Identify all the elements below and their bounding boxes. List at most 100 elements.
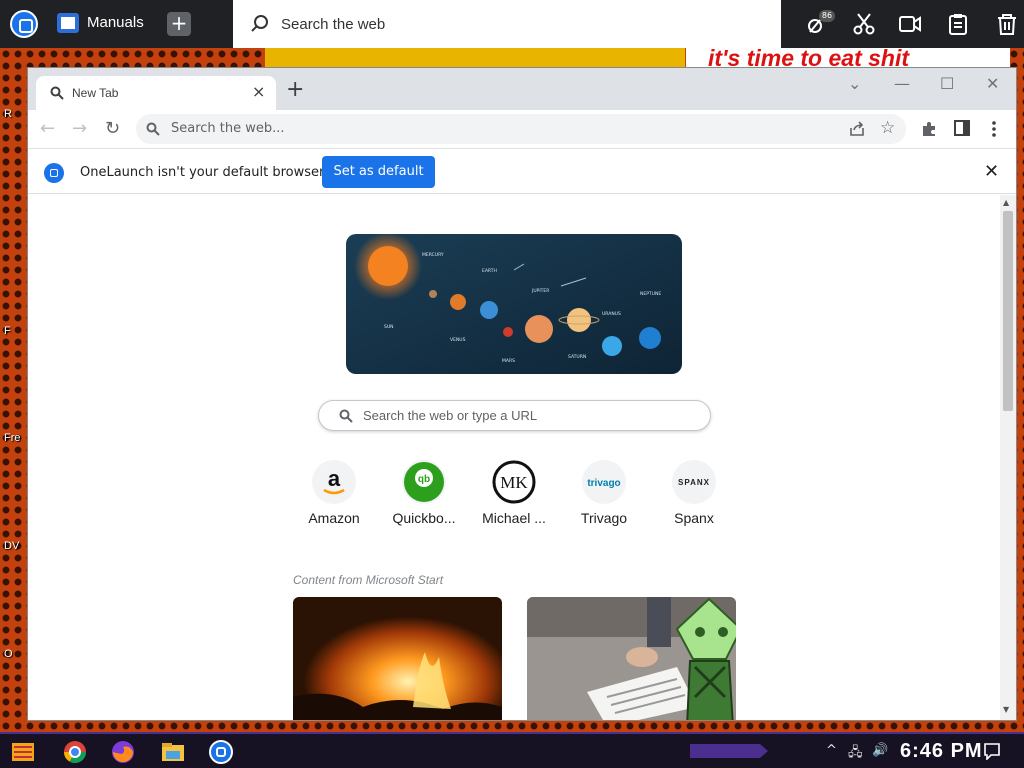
desktop-icon-label[interactable]: DV xyxy=(4,540,19,552)
shortcut-trivago[interactable]: trivago Trivago xyxy=(564,460,644,526)
trivago-logo-text: trivago xyxy=(587,478,620,489)
chrome-icon[interactable] xyxy=(62,739,88,765)
tab-new-tab[interactable]: New Tab × xyxy=(36,76,276,110)
mars-label: MARS xyxy=(502,358,515,364)
new-tab-page: SUN MERCURY VENUS EARTH MARS JUPITER SAT… xyxy=(28,195,1016,720)
desktop-icon-label[interactable]: R xyxy=(4,108,12,120)
shortcut-michael-kors[interactable]: MK Michael ... xyxy=(474,460,554,526)
file-explorer-icon[interactable] xyxy=(160,739,186,765)
notification-count-badge: 86 xyxy=(819,10,835,22)
forward-button[interactable]: → xyxy=(72,119,87,139)
onelaunch-logo-icon[interactable] xyxy=(10,10,38,38)
uranus-label: URANUS xyxy=(602,311,621,317)
volume-icon[interactable]: 🔊 xyxy=(872,743,888,758)
tab-close-icon[interactable]: × xyxy=(252,82,265,101)
trash-icon[interactable] xyxy=(995,12,1019,36)
launcher-search-placeholder: Search the web xyxy=(281,16,386,33)
shortcut-quickbooks[interactable]: qb Quickbo... xyxy=(384,460,464,526)
shortcut-spanx[interactable]: SPANX Spanx xyxy=(654,460,734,526)
search-icon xyxy=(339,409,353,423)
clipboard-icon[interactable] xyxy=(946,12,970,36)
bookmark-star-icon[interactable]: ☆ xyxy=(880,118,895,138)
search-icon xyxy=(251,15,268,32)
spanx-logo-text: SPANX xyxy=(678,478,710,487)
address-bar[interactable]: Search the web... ☆ xyxy=(136,114,906,144)
scroll-up-icon[interactable]: ▲ xyxy=(1003,198,1009,207)
default-browser-infobar: OneLaunch isn't your default browser Set… xyxy=(28,148,1016,194)
news-card-fire[interactable] xyxy=(293,597,502,720)
manuals-app-icon[interactable] xyxy=(57,13,79,33)
omnibox-search-icon xyxy=(146,122,160,136)
infobar-message: OneLaunch isn't your default browser xyxy=(80,165,325,180)
onelaunch-taskbar-icon[interactable] xyxy=(208,739,234,765)
tab-strip: New Tab × + ⌄ — ☐ ✕ xyxy=(28,68,1016,110)
maximize-button[interactable]: ☐ xyxy=(940,74,954,93)
address-bar-placeholder: Search the web... xyxy=(171,121,285,136)
wallpaper-meme-text: it's time to eat shit xyxy=(686,48,1010,68)
earth-label: EARTH xyxy=(482,268,497,274)
shortcut-amazon[interactable]: a Amazon xyxy=(294,460,374,526)
tab-search-chevron-icon[interactable]: ⌄ xyxy=(848,74,861,93)
news-card-documents[interactable] xyxy=(527,597,736,720)
onelaunch-info-icon xyxy=(44,163,64,183)
spanx-icon: SPANX xyxy=(672,460,716,504)
back-button[interactable]: ← xyxy=(40,119,55,139)
quickbooks-logo-text: qb xyxy=(418,474,430,485)
browser-window: New Tab × + ⌄ — ☐ ✕ ← → ↻ Search the web… xyxy=(28,68,1016,720)
scrollbar-thumb[interactable] xyxy=(1003,211,1013,411)
news-source-label: Content from Microsoft Start xyxy=(293,573,444,587)
shortcut-label: Trivago xyxy=(580,510,628,526)
network-icon[interactable]: 🖧 xyxy=(848,743,863,765)
side-panel-icon[interactable] xyxy=(954,120,970,136)
launcher-search-input[interactable]: Search the web xyxy=(233,0,781,48)
page-search-placeholder: Search the web or type a URL xyxy=(363,408,538,423)
minimize-button[interactable]: — xyxy=(894,74,910,93)
amazon-logo-text: a xyxy=(328,466,341,491)
michael-kors-logo-text: MK xyxy=(500,473,528,492)
share-icon[interactable] xyxy=(848,120,866,138)
desktop-icon-label[interactable]: O xyxy=(4,648,13,660)
set-as-default-button[interactable]: Set as default xyxy=(322,156,435,188)
start-menu-icon[interactable] xyxy=(10,739,36,765)
neptune-label: NEPTUNE xyxy=(640,291,661,297)
action-center-icon[interactable] xyxy=(983,742,1001,760)
tray-chevron-icon[interactable]: ^ xyxy=(826,743,837,758)
tab-title: New Tab xyxy=(72,86,119,100)
browser-toolbar: ← → ↻ Search the web... ☆ xyxy=(28,110,1016,148)
shortcut-label: Amazon xyxy=(308,510,360,526)
sun-label: SUN xyxy=(384,324,394,330)
taskbar-clock[interactable]: 6:46 PM xyxy=(900,740,983,763)
desktop-icon-label[interactable]: F xyxy=(4,325,11,337)
infobar-close-icon[interactable]: ✕ xyxy=(984,161,999,182)
scissors-icon[interactable] xyxy=(852,12,876,36)
desktop-icon-label[interactable]: Fre xyxy=(4,432,21,444)
shortcut-label: Michael ... xyxy=(482,510,546,526)
shortcut-label: Quickbo... xyxy=(392,510,456,526)
venus-label: VENUS xyxy=(450,337,466,343)
taskbar: ^ 🖧 🔊 6:46 PM xyxy=(0,732,1024,768)
shortcut-label: Spanx xyxy=(674,510,714,526)
mercury-label: MERCURY xyxy=(422,252,444,258)
wallpaper-meme-image xyxy=(265,48,685,68)
michael-kors-icon: MK xyxy=(492,460,536,504)
add-app-button[interactable]: + xyxy=(167,12,191,36)
close-window-button[interactable]: ✕ xyxy=(986,74,999,93)
amazon-icon: a xyxy=(312,460,356,504)
solar-system-banner: SUN MERCURY VENUS EARTH MARS JUPITER SAT… xyxy=(346,234,682,374)
quickbooks-icon: qb xyxy=(402,460,446,504)
jupiter-label: JUPITER xyxy=(531,288,549,294)
manuals-app-label[interactable]: Manuals xyxy=(87,14,144,31)
firefox-icon[interactable] xyxy=(110,739,136,765)
video-record-icon[interactable] xyxy=(898,12,922,36)
scroll-down-icon[interactable]: ▼ xyxy=(1003,705,1009,714)
new-tab-button[interactable]: + xyxy=(286,79,304,101)
saturn-label: SATURN xyxy=(568,354,586,360)
kebab-menu-icon[interactable] xyxy=(990,120,998,138)
page-search-input[interactable]: Search the web or type a URL xyxy=(318,400,711,431)
taskbar-decoration xyxy=(690,744,768,758)
reload-button[interactable]: ↻ xyxy=(105,119,120,139)
onelaunch-bar: Manuals + Search the web 86 xyxy=(0,0,1024,48)
trivago-icon: trivago xyxy=(582,460,626,504)
tab-search-icon xyxy=(50,86,64,100)
extensions-puzzle-icon[interactable] xyxy=(920,120,938,138)
